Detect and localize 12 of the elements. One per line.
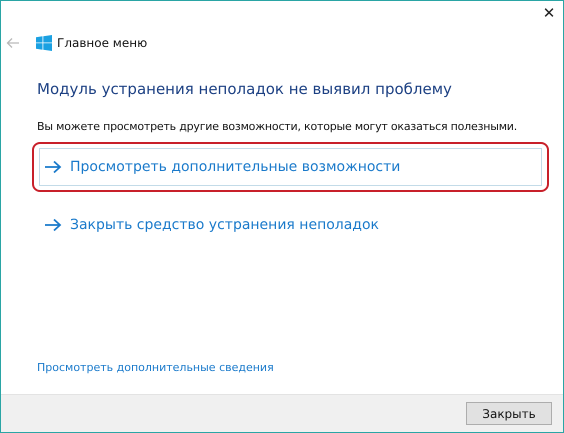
option-label: Закрыть средство устранения неполадок bbox=[70, 217, 380, 233]
windows-logo-icon bbox=[36, 35, 52, 51]
option-link[interactable]: Просмотреть дополнительные возможности bbox=[39, 148, 542, 186]
close-dialog-button[interactable]: Закрыть bbox=[466, 402, 552, 425]
description-text: Вы можете просмотреть другие возможности, которые могут оказаться полезными. bbox=[37, 120, 518, 133]
arrow-right-icon bbox=[44, 218, 62, 232]
option-label: Просмотреть дополнительные возможности bbox=[70, 159, 400, 175]
details-link[interactable]: Просмотреть дополнительные сведения bbox=[37, 361, 549, 374]
header-title: Главное меню bbox=[57, 36, 148, 50]
result-heading: Модуль устранения неполадок не выявил проблему bbox=[37, 80, 453, 98]
arrow-right-icon bbox=[44, 160, 62, 174]
close-button[interactable]: ✕ bbox=[535, 1, 563, 25]
